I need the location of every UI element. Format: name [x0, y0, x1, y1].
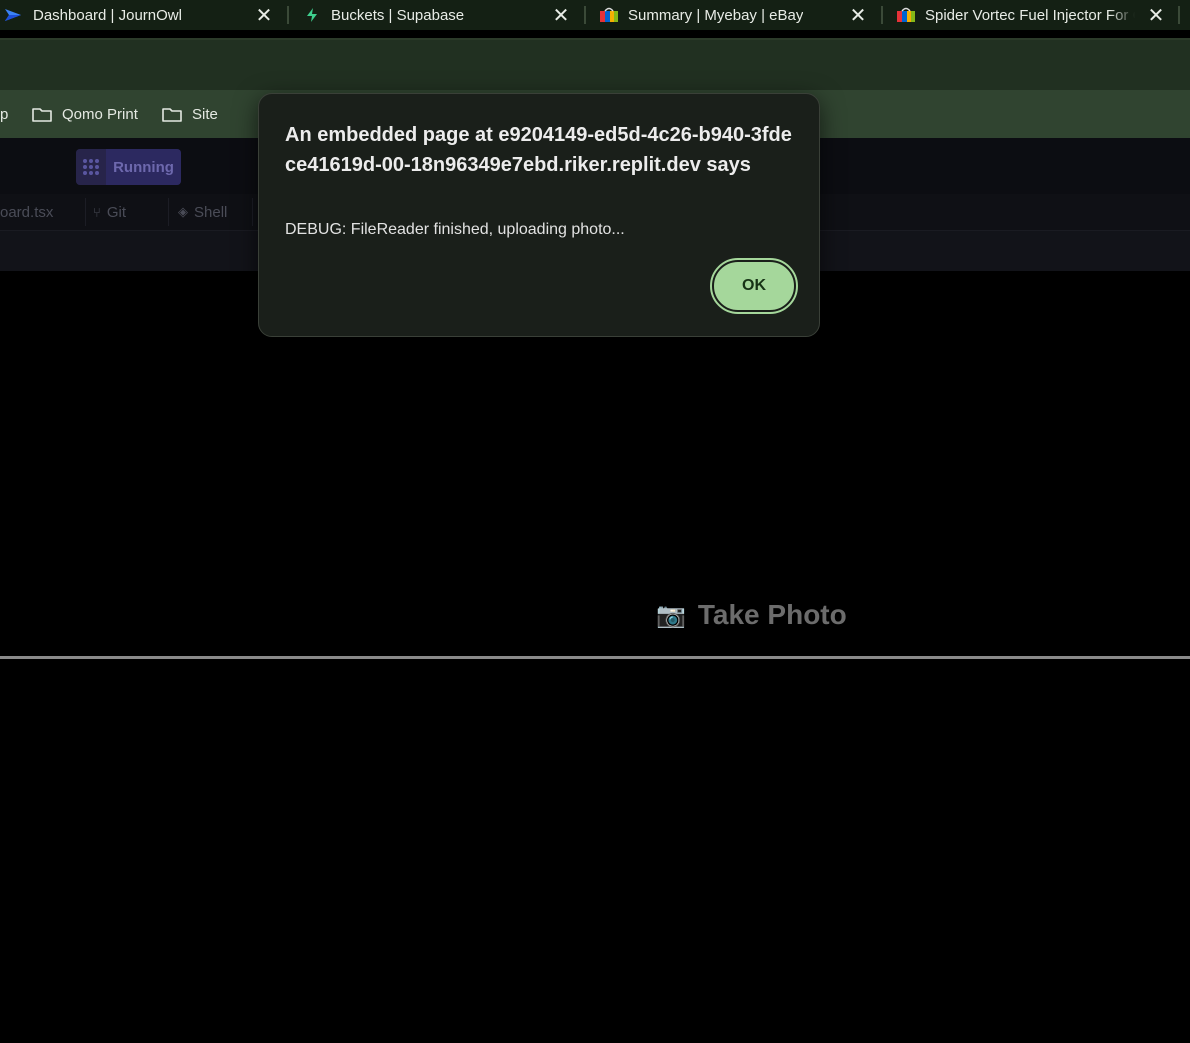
- shell-icon: ◈: [178, 204, 188, 219]
- file-tab-label: oard.tsx: [0, 203, 54, 221]
- bookmark-label: Qomo Print: [62, 105, 138, 123]
- bookmark-qomo-print[interactable]: Qomo Print: [32, 90, 138, 138]
- folder-icon: [32, 107, 52, 122]
- tab-journowl[interactable]: Dashboard | JournOwl ✕: [4, 0, 275, 30]
- take-photo-button[interactable]: 📷 Take Photo: [656, 597, 847, 633]
- section-divider: [0, 656, 1190, 659]
- tab-divider: [85, 198, 86, 226]
- close-tab-icon[interactable]: ✕: [550, 0, 572, 30]
- running-label: Running: [106, 149, 181, 185]
- browser-tab-strip: Dashboard | JournOwl ✕ Buckets | Supabas…: [0, 0, 1190, 30]
- tab-title: Summary | Myebay | eBay: [628, 6, 804, 24]
- journowl-logo-icon: [4, 7, 24, 23]
- dialog-message: DEBUG: FileReader finished, uploading ph…: [285, 221, 625, 238]
- take-photo-label: Take Photo: [697, 599, 847, 630]
- tab-divider: [252, 198, 253, 226]
- tab-supabase[interactable]: Buckets | Supabase ✕: [302, 0, 572, 30]
- tab-divider: [287, 6, 289, 24]
- bookmark-label: Site: [192, 105, 218, 123]
- bookmark-site[interactable]: Site: [162, 90, 218, 138]
- tab-ebay-summary[interactable]: Summary | Myebay | eBay ✕: [599, 0, 869, 30]
- tab-title: Spider Vortec Fuel Injector For C: [925, 6, 1135, 24]
- ok-button[interactable]: OK: [710, 258, 798, 314]
- close-tab-icon[interactable]: ✕: [253, 0, 275, 30]
- tab-divider: [1178, 6, 1180, 24]
- bookmark-partial[interactable]: p: [0, 90, 8, 138]
- bookmark-label: p: [0, 105, 9, 123]
- tab-divider: [881, 6, 883, 24]
- alert-dialog: An embedded page at e9204149-ed5d-4c26-b…: [258, 93, 820, 337]
- tab-dashboard-file[interactable]: oard.tsx: [0, 194, 53, 230]
- tab-git[interactable]: ⑂ Git: [93, 194, 126, 230]
- tab-title: Buckets | Supabase: [331, 6, 465, 24]
- file-tab-label: Shell: [194, 203, 228, 221]
- tab-divider: [584, 6, 586, 24]
- tab-ebay-listing[interactable]: Spider Vortec Fuel Injector For C ✕: [896, 0, 1167, 30]
- browser-toolbar: [0, 38, 1190, 90]
- camera-icon: 📷: [656, 601, 686, 629]
- supabase-bolt-icon: [302, 7, 322, 23]
- ebay-bag-icon: [599, 7, 619, 23]
- folder-icon: [162, 107, 182, 122]
- file-tab-label: Git: [106, 203, 126, 221]
- tab-shell[interactable]: ◈ Shell: [178, 194, 227, 230]
- git-branch-icon: ⑂: [93, 204, 101, 220]
- tab-title: Dashboard | JournOwl: [33, 6, 182, 24]
- close-tab-icon[interactable]: ✕: [1145, 0, 1167, 30]
- ebay-bag-icon: [896, 7, 916, 23]
- close-tab-icon[interactable]: ✕: [847, 0, 869, 30]
- tab-divider: [168, 198, 169, 226]
- dialog-heading: An embedded page at e9204149-ed5d-4c26-b…: [285, 124, 792, 176]
- run-status-button[interactable]: Running: [76, 149, 181, 185]
- apps-grid-icon: [76, 149, 106, 185]
